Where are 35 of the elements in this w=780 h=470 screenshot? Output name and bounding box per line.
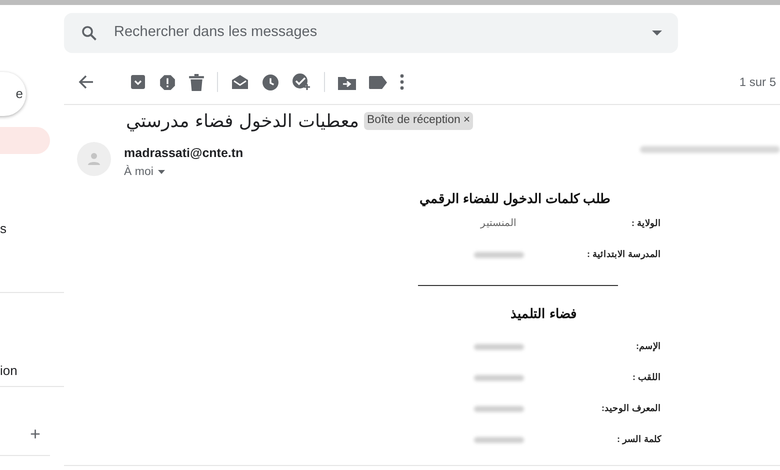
- message-counter: 1 sur 5: [739, 74, 776, 91]
- more-options-icon[interactable]: [400, 74, 404, 90]
- field-value: المنستير: [480, 217, 516, 231]
- avatar-icon: [77, 142, 111, 176]
- dropdown-caret-icon[interactable]: [652, 30, 662, 36]
- label-chip-text: Boîte de réception: [367, 113, 460, 128]
- section-heading: فضاء التلميذ: [510, 304, 576, 323]
- field-label: اللقب :: [632, 370, 661, 384]
- sidebar-item[interactable]: ion: [0, 357, 50, 384]
- recipient-text: À moi: [124, 164, 154, 180]
- form-heading: طلب كلمات الدخول للفضاء الرقمي: [420, 190, 610, 208]
- field-label: الإسم:: [636, 340, 661, 354]
- field-label: كلمة السر :: [617, 432, 661, 446]
- search-icon: [80, 24, 98, 42]
- field-label: المدرسة الابتدائية :: [587, 248, 661, 262]
- search-input: Rechercher dans les messages: [114, 22, 636, 44]
- field-label: الولاية :: [632, 216, 661, 230]
- search-field[interactable]: Rechercher dans les messages: [64, 12, 678, 52]
- label-tag-icon[interactable]: [369, 76, 387, 88]
- compose-button[interactable]: e: [0, 72, 26, 116]
- envelope-icon[interactable]: [231, 74, 249, 90]
- message-subject: معطيات الدخول فضاء مدرستي: [126, 110, 360, 134]
- add-label-button[interactable]: +: [30, 425, 41, 443]
- sidebar-item[interactable]: s: [0, 215, 50, 242]
- sender-address: madrassati@cnte.tn: [124, 145, 244, 162]
- delete-icon[interactable]: [189, 74, 204, 90]
- check-plus-icon[interactable]: [292, 73, 311, 91]
- archive-icon[interactable]: [130, 74, 146, 90]
- spam-icon[interactable]: [159, 74, 176, 90]
- back-arrow-icon[interactable]: [78, 74, 94, 90]
- move-folder-icon[interactable]: [338, 74, 356, 90]
- field-label: المعرف الوحيد:: [602, 402, 661, 416]
- clock-icon[interactable]: [262, 74, 279, 90]
- remove-label-button[interactable]: ×: [463, 112, 470, 130]
- caret-icon[interactable]: [158, 170, 166, 174]
